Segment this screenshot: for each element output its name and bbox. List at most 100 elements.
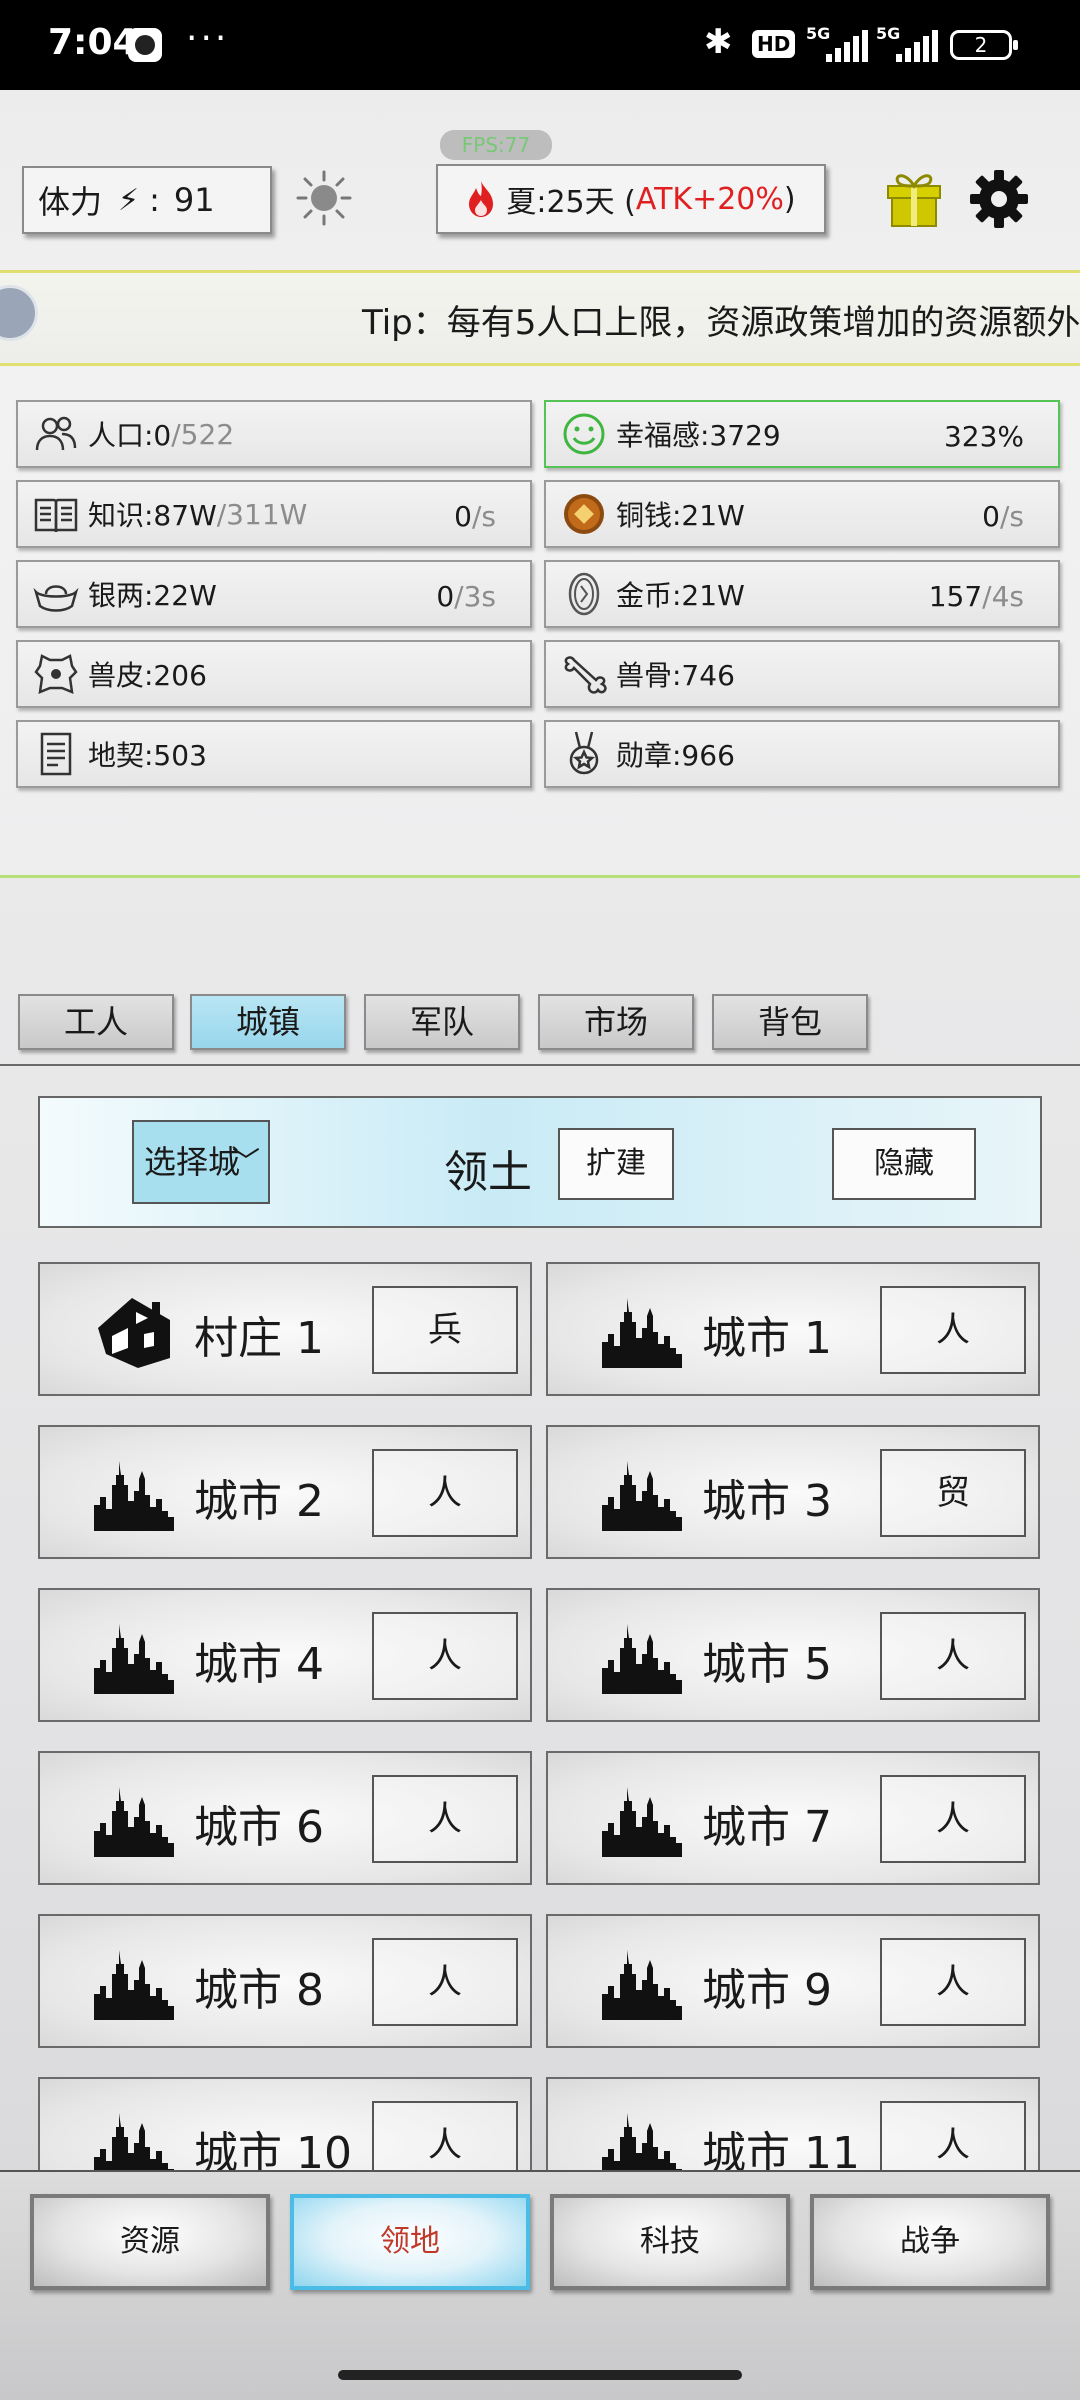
people-icon	[35, 416, 77, 451]
resource-rate: 0/s	[454, 500, 496, 533]
resource-deed[interactable]: 地契:503	[16, 720, 532, 788]
resource-copper[interactable]: 铜钱:21W 0/s	[544, 480, 1060, 548]
chevron-down-icon: ﹀	[231, 1145, 260, 1178]
silver-ingot-icon	[33, 585, 79, 612]
stamina-display: 体力 ⚡ : 91	[22, 166, 272, 234]
territory-title: 领土	[444, 1147, 532, 1198]
territory-panel: 选择城 ﹀ 领土 扩建 隐藏 村庄 1 兵城市 1 人城市 2 人城市 3 贸城市 4人…	[0, 1064, 1080, 2170]
city-card[interactable]: 城市 3 贸	[546, 1425, 1040, 1559]
gift-icon[interactable]	[884, 166, 944, 228]
city-card[interactable]: 城市 5 人	[546, 1588, 1040, 1722]
bottom-nav: 资源 领地 科技 战争	[0, 2170, 1080, 2400]
city-skyline-icon	[94, 2113, 174, 2170]
city-card[interactable]: 城市 9 人	[546, 1914, 1040, 2048]
resource-max: /311W	[216, 497, 308, 531]
city-card[interactable]: 城市 7 人	[546, 1751, 1040, 1885]
city-assign-button[interactable]: 贸	[880, 1449, 1026, 1537]
city-skyline-icon	[602, 1787, 682, 1857]
city-assign-button[interactable]: 人	[880, 1938, 1026, 2026]
city-skyline-icon	[94, 1461, 174, 1531]
smile-icon	[563, 413, 605, 455]
resource-name: 勋章:966	[616, 739, 735, 772]
settings-gear-icon[interactable]	[968, 168, 1030, 230]
territory-header: 选择城 ﹀ 领土 扩建 隐藏	[38, 1096, 1042, 1228]
stamina-separator: :	[149, 181, 160, 219]
city-assign-button[interactable]: 人	[372, 1775, 518, 1863]
city-select-dropdown[interactable]: 选择城 ﹀	[132, 1120, 270, 1204]
book-icon	[34, 498, 78, 533]
city-card[interactable]: 村庄 1 兵	[38, 1262, 532, 1396]
city-assign-button[interactable]: 人	[880, 1775, 1026, 1863]
resource-name: 人口:0	[88, 419, 172, 452]
resource-gold[interactable]: 金币:21W 157/4s	[544, 560, 1060, 628]
flame-icon	[469, 181, 494, 217]
tab-towns[interactable]: 城镇	[190, 994, 346, 1050]
city-name: 城市 9	[702, 1965, 832, 2016]
city-assign-button[interactable]: 人	[880, 2101, 1026, 2170]
season-atk-bonus: ATK+20%	[635, 181, 784, 217]
copper-coin-icon	[564, 494, 604, 534]
city-assign-button[interactable]: 人	[372, 1449, 518, 1537]
city-card[interactable]: 城市 11 人	[546, 2077, 1040, 2170]
city-name: 城市 4	[194, 1639, 324, 1690]
nav-resources[interactable]: 资源	[30, 2194, 270, 2290]
season-display: 夏:25天 ( ATK+20% )	[436, 164, 826, 234]
resource-bone[interactable]: 兽骨:746	[544, 640, 1060, 708]
city-name: 城市 11	[702, 2128, 860, 2170]
resource-happiness[interactable]: 幸福感:3729 323%	[544, 400, 1060, 468]
city-card[interactable]: 城市 1 人	[546, 1262, 1040, 1396]
medal-icon	[569, 731, 599, 775]
city-assign-button[interactable]: 人	[880, 1286, 1026, 1374]
city-skyline-icon	[94, 1787, 174, 1857]
tab-army[interactable]: 军队	[364, 994, 520, 1050]
city-assign-button[interactable]: 人	[880, 1612, 1026, 1700]
hide-button[interactable]: 隐藏	[832, 1128, 976, 1200]
resource-name: 幸福感:3729	[616, 419, 781, 452]
more-notifications-icon: ···	[186, 18, 230, 59]
city-name: 城市 2	[194, 1476, 324, 1527]
resource-silver[interactable]: 银两:22W 0/3s	[16, 560, 532, 628]
expand-button[interactable]: 扩建	[558, 1128, 674, 1200]
resource-medal[interactable]: 勋章:966	[544, 720, 1060, 788]
app-notification-icon	[128, 28, 162, 62]
city-card[interactable]: 城市 4 人	[38, 1588, 532, 1722]
season-close: )	[783, 181, 796, 217]
city-assign-button[interactable]: 人	[372, 1938, 518, 2026]
deed-icon	[40, 732, 72, 776]
resource-hide[interactable]: 兽皮:206	[16, 640, 532, 708]
battery-icon: 2	[950, 30, 1018, 60]
tab-market[interactable]: 市场	[538, 994, 694, 1050]
advisor-avatar[interactable]	[0, 285, 38, 341]
fps-counter: FPS:77	[440, 130, 552, 160]
resource-knowledge[interactable]: 知识:87W/311W 0/s	[16, 480, 532, 548]
city-name: 城市 1	[702, 1313, 832, 1364]
city-skyline-icon	[602, 1950, 682, 2020]
nav-technology[interactable]: 科技	[550, 2194, 790, 2290]
resource-rate: 0/s	[982, 500, 1024, 533]
city-assign-button[interactable]: 人	[372, 1612, 518, 1700]
city-card[interactable]: 城市 8 人	[38, 1914, 532, 2048]
sun-icon	[296, 170, 352, 226]
home-indicator[interactable]	[338, 2370, 742, 2380]
cell-signal-icon-1: 5G	[806, 24, 872, 62]
resource-name: 地契:503	[88, 739, 207, 772]
nav-territory[interactable]: 领地	[290, 2194, 530, 2290]
nav-war[interactable]: 战争	[810, 2194, 1050, 2290]
city-card[interactable]: 城市 2 人	[38, 1425, 532, 1559]
hide-icon	[34, 654, 78, 694]
resource-population[interactable]: 人口:0/522	[16, 400, 532, 468]
city-name: 村庄 1	[194, 1313, 324, 1364]
city-skyline-icon	[94, 1624, 174, 1694]
resource-name: 兽皮:206	[88, 659, 207, 692]
tab-backpack[interactable]: 背包	[712, 994, 868, 1050]
hd-badge: HD	[752, 30, 796, 58]
city-assign-button[interactable]: 人	[372, 2101, 518, 2170]
city-assign-button[interactable]: 兵	[372, 1286, 518, 1374]
resource-name: 铜钱:21W	[616, 499, 745, 532]
tip-text: Tip：每有5人口上限，资源政策增加的资源额外	[362, 303, 1080, 343]
resource-name: 银两:22W	[88, 579, 217, 612]
tab-workers[interactable]: 工人	[18, 994, 174, 1050]
city-name: 城市 7	[702, 1802, 832, 1853]
city-card[interactable]: 城市 6 人	[38, 1751, 532, 1885]
city-card[interactable]: 城市 10 人	[38, 2077, 532, 2170]
